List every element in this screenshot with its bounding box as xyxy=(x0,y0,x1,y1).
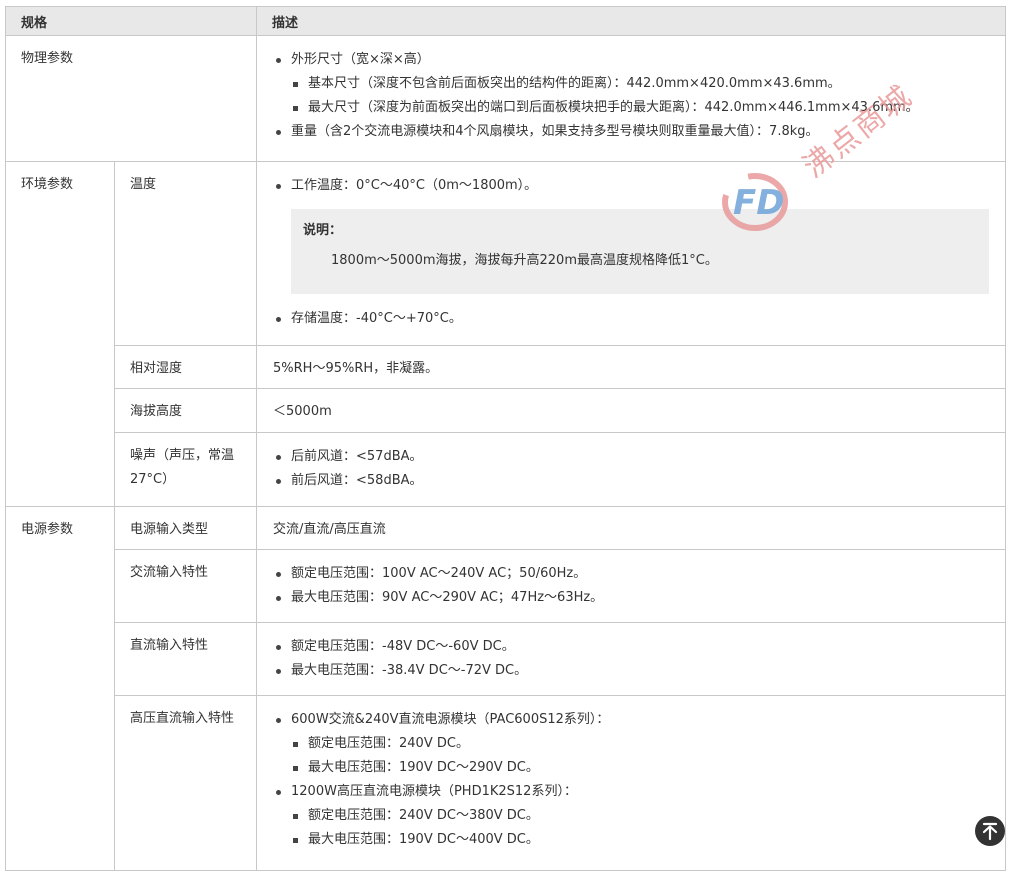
note-box: 说明： 1800m～5000m海拔，海拔每升高220m最高温度规格降低1°C。 xyxy=(291,209,990,294)
description-cell: ＜5000m xyxy=(256,388,1007,433)
table-row: 环境参数 温度 工作温度：0°C～40°C（0m～1800m）。 说明： 180… xyxy=(5,161,1007,507)
description-cell: 600W交流&240V直流电源模块（PAC600S12系列）： 额定电压范围：2… xyxy=(256,695,1007,871)
spec-category-physical: 物理参数 xyxy=(4,35,258,162)
description-cell: 额定电压范围：100V AC～240V AC；50/60Hz。 最大电压范围：9… xyxy=(256,549,1007,623)
note-title: 说明： xyxy=(303,223,343,238)
description-cell: 后前风道：<57dBA。 前后风道：<58dBA。 xyxy=(256,432,1007,507)
table-row: 高压直流输入特性 600W交流&240V直流电源模块（PAC600S12系列）：… xyxy=(6,695,1007,871)
front-rear-noise-item: 前后风道：<58dBA。 xyxy=(273,469,989,493)
header-spec: 规格 xyxy=(4,6,258,36)
dimensions-text: 外形尺寸（宽×深×高） xyxy=(291,52,430,67)
spec-item-humidity: 相对湿度 xyxy=(113,345,258,389)
table-row: 相对湿度 5%RH～95%RH，非凝露。 xyxy=(6,345,1007,389)
arrow-up-to-top-icon xyxy=(982,822,998,841)
rear-front-noise-item: 后前风道：<57dBA。 xyxy=(273,445,989,469)
max-size-item: 最大尺寸（深度为前面板突出的端口到后面板模块把手的最大距离）：442.0mm×4… xyxy=(291,96,989,120)
spec-table: 规格 描述 物理参数 外形尺寸（宽×深×高） 基本尺寸（深度不包含前后面板突出的… xyxy=(4,6,1007,871)
weight-item: 重量（含2个交流电源模块和4个风扇模块，如果支持多型号模块则取重量最大值）：7.… xyxy=(273,120,989,144)
category-label: 环境参数 xyxy=(21,177,74,192)
hvdc-module1-text: 600W交流&240V直流电源模块（PAC600S12系列）： xyxy=(291,712,610,727)
item-label: 海拔高度 xyxy=(130,404,183,419)
table-row: 物理参数 外形尺寸（宽×深×高） 基本尺寸（深度不包含前后面板突出的结构件的距离… xyxy=(4,35,1007,162)
spec-category-environment: 环境参数 xyxy=(5,161,115,507)
table-row: 噪声（声压，常温27°C） 后前风道：<57dBA。 前后风道：<58dBA。 xyxy=(6,432,1007,507)
description-cell: 工作温度：0°C～40°C（0m～1800m）。 说明： 1800m～5000m… xyxy=(256,161,1007,346)
description-cell: 5%RH～95%RH，非凝露。 xyxy=(256,345,1007,389)
spec-item-hvdc: 高压直流输入特性 xyxy=(113,695,258,871)
altitude-value: ＜5000m xyxy=(273,404,332,419)
table-row: 直流输入特性 额定电压范围：-48V DC～-60V DC。 最大电压范围：-3… xyxy=(6,622,1007,696)
spec-item-altitude: 海拔高度 xyxy=(113,388,258,433)
operating-temp-item: 工作温度：0°C～40°C（0m～1800m）。 xyxy=(273,174,989,198)
spec-category-power: 电源参数 xyxy=(5,506,115,871)
dc-max-item: 最大电压范围：-38.4V DC～-72V DC。 xyxy=(273,659,989,683)
table-row: 交流输入特性 额定电压范围：100V AC～240V AC；50/60Hz。 最… xyxy=(6,549,1007,623)
spec-item-ac: 交流输入特性 xyxy=(113,549,258,623)
ac-rated-item: 额定电压范围：100V AC～240V AC；50/60Hz。 xyxy=(273,562,989,586)
module2-max-item: 最大电压范围：190V DC～400V DC。 xyxy=(291,828,989,852)
spec-item-input-type: 电源输入类型 xyxy=(113,506,258,550)
storage-temp-item: 存储温度：-40°C～+70°C。 xyxy=(273,307,989,331)
category-label: 电源参数 xyxy=(21,522,74,537)
spec-item-noise: 噪声（声压，常温27°C） xyxy=(113,432,258,507)
item-label: 交流输入特性 xyxy=(130,565,209,580)
humidity-value: 5%RH～95%RH，非凝露。 xyxy=(273,361,439,376)
module1-rated-item: 额定电压范围：240V DC。 xyxy=(291,732,989,756)
dc-rated-item: 额定电压范围：-48V DC～-60V DC。 xyxy=(273,635,989,659)
category-label: 物理参数 xyxy=(21,51,74,66)
module2-rated-item: 额定电压范围：240V DC～380V DC。 xyxy=(291,804,989,828)
back-to-top-button[interactable] xyxy=(975,816,1005,846)
table-row: 海拔高度 ＜5000m xyxy=(6,388,1007,433)
basic-size-item: 基本尺寸（深度不包含前后面板突出的结构件的距离）：442.0mm×420.0mm… xyxy=(291,72,989,96)
spec-item-dc: 直流输入特性 xyxy=(113,622,258,696)
description-cell: 额定电压范围：-48V DC～-60V DC。 最大电压范围：-38.4V DC… xyxy=(256,622,1007,696)
ac-max-item: 最大电压范围：90V AC～290V AC；47Hz～63Hz。 xyxy=(273,586,989,610)
list-item: 1200W高压直流电源模块（PHD1K2S12系列）： 额定电压范围：240V … xyxy=(273,780,989,852)
header-description: 描述 xyxy=(256,6,1007,36)
module1-max-item: 最大电压范围：190V DC～290V DC。 xyxy=(291,756,989,780)
item-label: 相对湿度 xyxy=(130,361,183,376)
item-label: 温度 xyxy=(130,177,157,192)
list-item: 600W交流&240V直流电源模块（PAC600S12系列）： 额定电压范围：2… xyxy=(273,708,989,780)
item-label: 直流输入特性 xyxy=(130,638,209,653)
input-type-value: 交流/直流/高压直流 xyxy=(273,522,386,537)
description-cell: 交流/直流/高压直流 xyxy=(256,506,1007,550)
spec-item-temperature: 温度 xyxy=(113,161,258,346)
item-label: 高压直流输入特性 xyxy=(130,711,235,726)
description-cell: 外形尺寸（宽×深×高） 基本尺寸（深度不包含前后面板突出的结构件的距离）：442… xyxy=(256,35,1007,162)
item-label: 电源输入类型 xyxy=(130,522,209,537)
item-label: 噪声（声压，常温27°C） xyxy=(130,448,235,487)
hvdc-module2-text: 1200W高压直流电源模块（PHD1K2S12系列）： xyxy=(291,784,577,799)
table-header-row: 规格 描述 xyxy=(4,6,1007,36)
table-row: 电源参数 电源输入类型 交流/直流/高压直流 xyxy=(5,506,1007,871)
list-item: 外形尺寸（宽×深×高） 基本尺寸（深度不包含前后面板突出的结构件的距离）：442… xyxy=(273,48,989,120)
note-text: 1800m～5000m海拔，海拔每升高220m最高温度规格降低1°C。 xyxy=(331,253,718,268)
